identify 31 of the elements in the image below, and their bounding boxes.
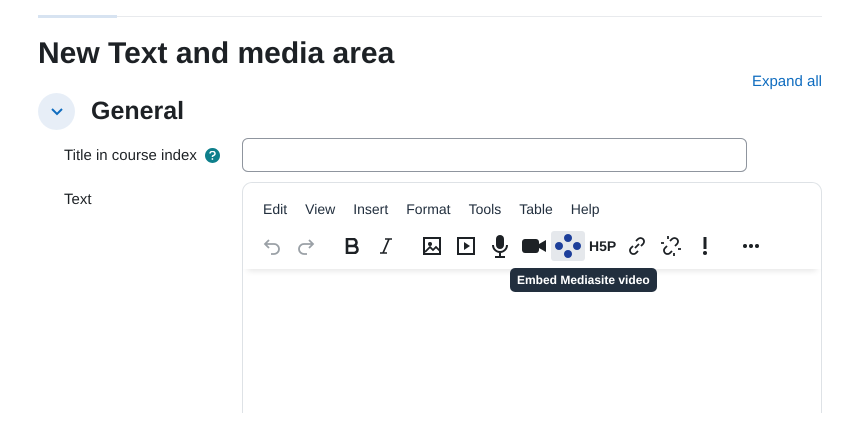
collapse-toggle[interactable]	[38, 93, 75, 130]
italic-icon	[379, 238, 393, 254]
play-icon	[456, 236, 476, 256]
text-editor[interactable]: Edit View Insert Format Tools Table Help H5P Embed Mediasite video	[242, 182, 822, 413]
menu-item[interactable]: Edit	[255, 197, 296, 221]
chevron-icon	[50, 106, 64, 116]
field-label: Title in course index	[64, 147, 197, 164]
menu-item[interactable]: Format	[398, 197, 459, 221]
h5p-button[interactable]: H5P	[585, 231, 620, 261]
menu-item[interactable]: Table	[511, 197, 561, 221]
video-camera-icon	[521, 237, 547, 255]
link-icon	[627, 236, 648, 256]
expand-all-link[interactable]: Expand all	[752, 73, 822, 90]
menu-item[interactable]: Tools	[460, 197, 510, 221]
menu-item[interactable]: View	[297, 197, 344, 221]
more-icon	[742, 243, 760, 249]
mediasite-button[interactable]	[551, 231, 585, 261]
exclamation-icon	[702, 236, 708, 256]
microphone-icon	[491, 234, 509, 258]
four-dots-icon	[555, 234, 581, 258]
help-icon[interactable]	[204, 148, 220, 163]
image-icon	[422, 236, 442, 256]
section-title: General	[91, 97, 184, 126]
field-label: Text	[64, 191, 92, 208]
broken-link-icon	[660, 235, 682, 257]
menu-item[interactable]: Insert	[345, 197, 396, 221]
page-title: New Text and media area	[38, 37, 396, 71]
tooltip: Embed Mediasite video	[510, 268, 657, 292]
bold-icon	[345, 238, 359, 254]
menu-item[interactable]: Help	[562, 197, 608, 221]
input-field[interactable]	[242, 138, 747, 172]
